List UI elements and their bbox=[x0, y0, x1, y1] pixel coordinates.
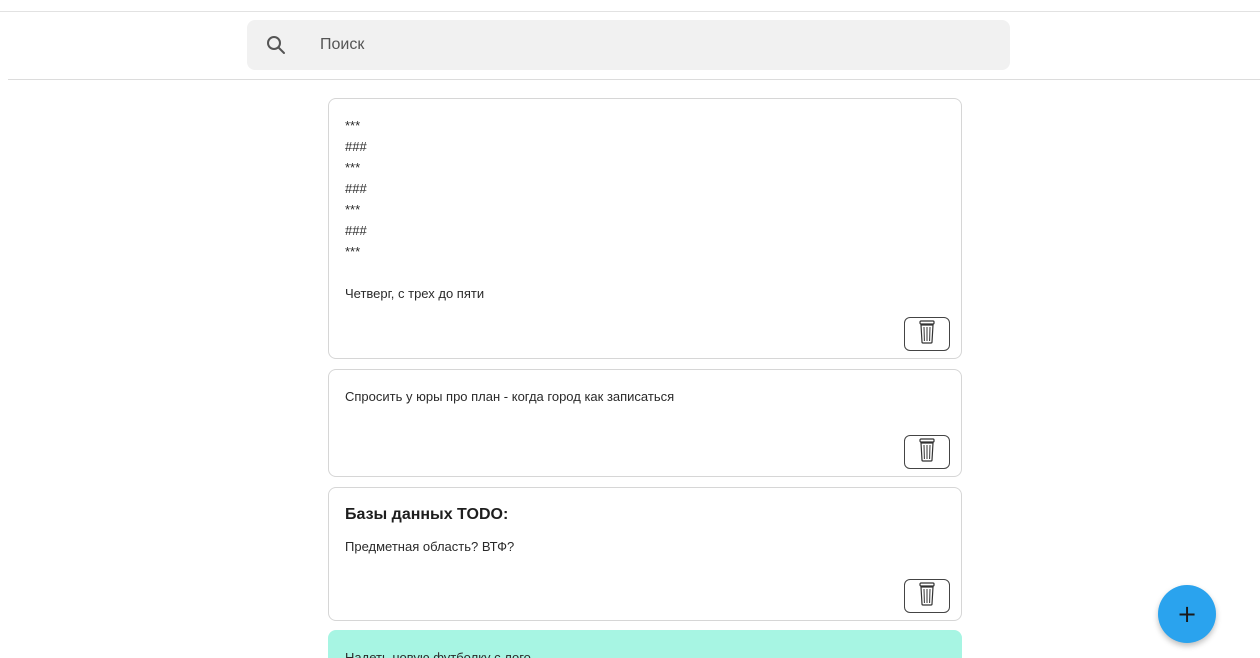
search-bar[interactable] bbox=[247, 20, 1010, 70]
delete-note-button[interactable] bbox=[904, 317, 950, 351]
note-body: Предметная область? ВТФ? bbox=[345, 539, 515, 554]
top-divider bbox=[0, 11, 1260, 12]
note-body: *** ### *** ### *** ### *** Четверг, с т… bbox=[345, 118, 485, 301]
notes-app: *** ### *** ### *** ### *** Четверг, с т… bbox=[0, 0, 1260, 658]
note-card[interactable]: Базы данных TODO: Предметная область? ВТ… bbox=[328, 487, 962, 621]
search-icon[interactable] bbox=[264, 33, 288, 57]
note-body: Спросить у юры про план - когда город ка… bbox=[345, 389, 675, 404]
delete-note-button[interactable] bbox=[904, 579, 950, 613]
note-card[interactable]: Надеть новую футболку с лого bbox=[328, 630, 962, 658]
note-body: Надеть новую футболку с лого bbox=[345, 650, 531, 658]
note-card[interactable]: *** ### *** ### *** ### *** Четверг, с т… bbox=[328, 98, 962, 359]
trash-icon bbox=[919, 437, 935, 467]
header-divider bbox=[8, 79, 1260, 80]
search-input[interactable] bbox=[318, 30, 918, 60]
trash-icon bbox=[919, 581, 935, 611]
note-title: Базы данных TODO: bbox=[345, 506, 509, 523]
plus-icon: + bbox=[1176, 600, 1198, 628]
trash-icon bbox=[919, 319, 935, 349]
add-note-button[interactable]: + bbox=[1158, 585, 1216, 643]
delete-note-button[interactable] bbox=[904, 435, 950, 469]
note-card[interactable]: Спросить у юры про план - когда город ка… bbox=[328, 369, 962, 477]
